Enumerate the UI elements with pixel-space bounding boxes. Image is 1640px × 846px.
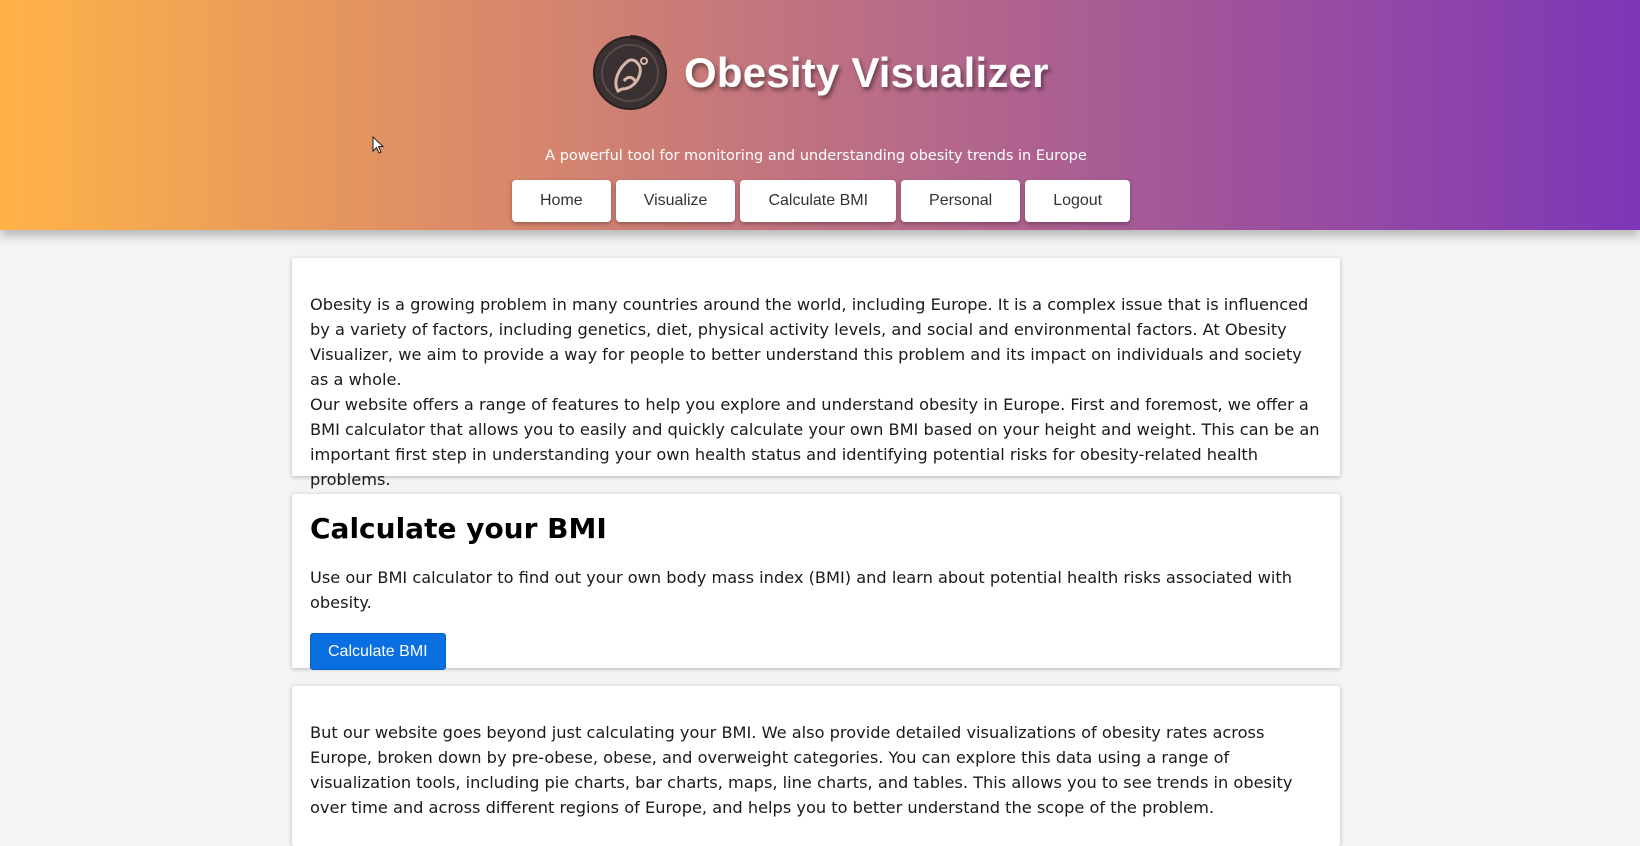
- site-header: Obesity Visualizer A powerful tool for m…: [0, 0, 1640, 230]
- bmi-description: Use our BMI calculator to find out your …: [310, 568, 1292, 612]
- nav-personal-button[interactable]: Personal: [901, 180, 1021, 222]
- nav-visualize-button[interactable]: Visualize: [615, 180, 736, 222]
- runner-circle-icon: [590, 31, 670, 115]
- mouse-cursor-icon: [372, 136, 385, 154]
- main-nav: Home Visualize Calculate BMI Personal Lo…: [512, 180, 1131, 222]
- site-subtitle: A powerful tool for monitoring and under…: [545, 148, 1087, 164]
- site-title: Obesity Visualizer: [684, 49, 1049, 96]
- visualize-paragraph: But our website goes beyond just calcula…: [310, 723, 1293, 817]
- brand[interactable]: Obesity Visualizer: [590, 31, 1049, 115]
- nav-calculate-bmi-button[interactable]: Calculate BMI: [740, 180, 897, 222]
- nav-logout-button[interactable]: Logout: [1025, 180, 1131, 222]
- bmi-heading: Calculate your BMI: [310, 512, 607, 545]
- visualize-card: But our website goes beyond just calcula…: [292, 686, 1340, 846]
- intro-paragraph-1: Obesity is a growing problem in many cou…: [310, 295, 1309, 389]
- nav-home-button[interactable]: Home: [512, 180, 611, 222]
- bmi-card: Calculate your BMI Use our BMI calculato…: [292, 494, 1340, 670]
- calculate-bmi-button[interactable]: Calculate BMI: [310, 633, 446, 670]
- intro-paragraph-2: Our website offers a range of features t…: [310, 395, 1320, 489]
- intro-card: Obesity is a growing problem in many cou…: [292, 258, 1340, 489]
